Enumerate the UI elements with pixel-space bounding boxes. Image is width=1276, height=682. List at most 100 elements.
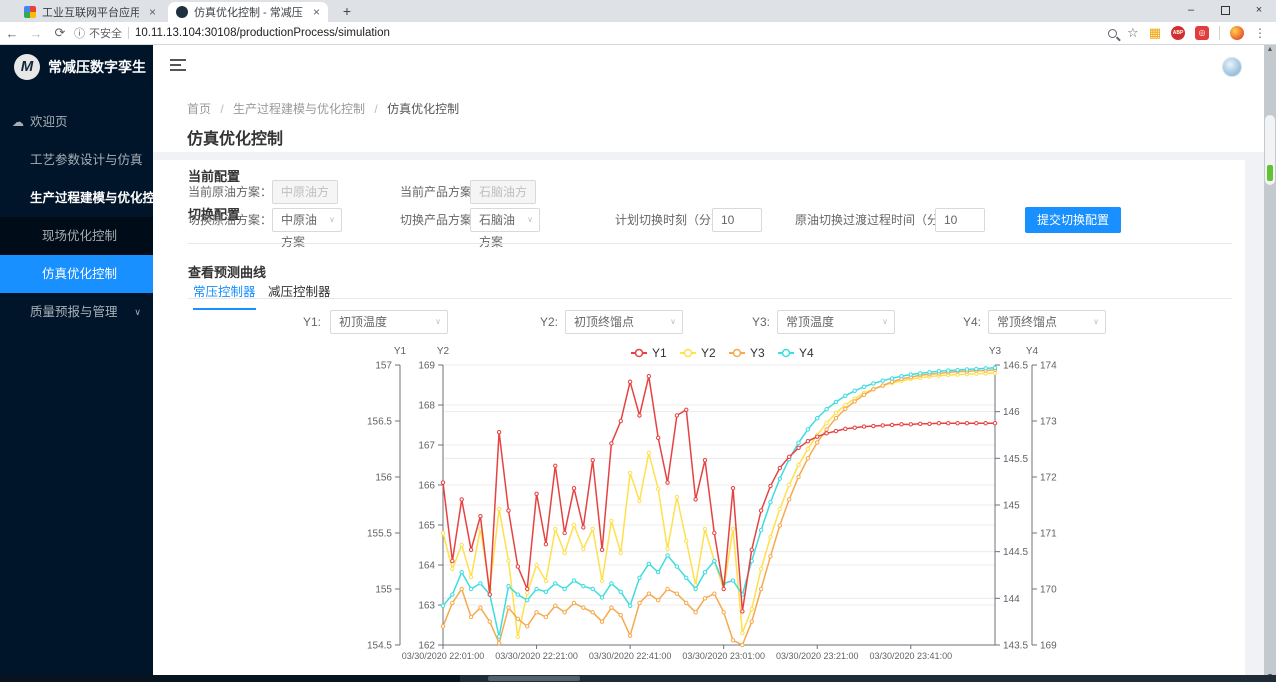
svg-text:03/30/2020 22:01:00: 03/30/2020 22:01:00 [402, 651, 485, 661]
red-extension-icon[interactable]: ◎ [1195, 26, 1209, 40]
y2-select[interactable]: 初顶终馏点∨ [565, 310, 683, 334]
switch-oil-select[interactable]: 中原油方案∨ [272, 208, 342, 232]
tab-vacuum-controller[interactable]: 减压控制器 [268, 281, 331, 308]
sidebar: M 常减压数字孪生 ☁ 欢迎页 工艺参数设计与仿真 生产过程建模与优化控制 ∧ … [0, 45, 153, 675]
switch-product-select[interactable]: 石脑油方案∨ [470, 208, 540, 232]
select-value: 初顶温度 [339, 315, 387, 329]
svg-text:Y4: Y4 [799, 346, 814, 360]
curves-section-title: 查看预测曲线 [188, 262, 266, 281]
browser-toolbar: ← → ⟳ ⓘ 不安全 10.11.13.104:30108/productio… [0, 22, 1276, 45]
chevron-down-icon: ∨ [527, 209, 533, 231]
svg-text:03/30/2020 22:21:00: 03/30/2020 22:21:00 [495, 651, 578, 661]
svg-text:03/30/2020 23:01:00: 03/30/2020 23:01:00 [682, 651, 765, 661]
svg-text:155.5: 155.5 [367, 529, 392, 540]
browser-tab-active[interactable]: 仿真优化控制 - 常减压数字孪生 × [168, 2, 328, 22]
bookmark-star-icon[interactable]: ☆ [1127, 25, 1139, 41]
sidebar-item-production-modeling[interactable]: 生产过程建模与优化控制 ∧ [0, 179, 153, 217]
svg-text:171: 171 [1040, 529, 1057, 540]
new-tab-button[interactable]: + [338, 3, 356, 21]
content-gap [153, 152, 1264, 160]
sidebar-item-quality-management[interactable]: 质量预报与管理 ∨ [0, 293, 153, 331]
prediction-chart: 154.5155155.5156156.5157Y116216316416516… [360, 343, 1060, 668]
y1-label: Y1: [303, 310, 321, 334]
sidebar-item-field-optimization[interactable]: 现场优化控制 [0, 217, 153, 255]
window-close-button[interactable]: × [1242, 0, 1276, 22]
svg-text:169: 169 [1040, 641, 1057, 652]
svg-text:Y3: Y3 [989, 346, 1002, 357]
app-title: 常减压数字孪生 [48, 57, 146, 77]
window-minimize-button[interactable]: – [1174, 0, 1208, 22]
tab-title: 工业互联网平台应用商店 [42, 4, 139, 20]
security-label[interactable]: 不安全 [89, 25, 122, 41]
y4-label: Y4: [963, 310, 981, 334]
address-bar[interactable]: ⓘ 不安全 10.11.13.104:30108/productionProce… [72, 25, 390, 42]
transition-time-input[interactable]: 10 [935, 208, 985, 232]
logo-badge-icon: M [14, 54, 40, 80]
forward-icon[interactable]: → [24, 26, 48, 41]
sidebar-item-label: 欢迎页 [30, 115, 68, 129]
reload-icon[interactable]: ⟳ [48, 25, 72, 41]
sidebar-item-label: 质量预报与管理 [30, 305, 118, 319]
svg-text:156.5: 156.5 [367, 417, 392, 428]
svg-text:164: 164 [418, 561, 435, 572]
info-icon[interactable]: ⓘ [74, 25, 85, 41]
sidebar-item-welcome[interactable]: ☁ 欢迎页 [0, 103, 153, 141]
svg-text:Y1: Y1 [394, 346, 407, 357]
tab-atmospheric-controller[interactable]: 常压控制器 [193, 281, 256, 310]
svg-text:144.5: 144.5 [1003, 547, 1028, 558]
switch-oil-label: 切换原油方案： [188, 208, 272, 232]
search-icon[interactable] [1108, 29, 1117, 38]
svg-text:03/30/2020 23:41:00: 03/30/2020 23:41:00 [870, 651, 953, 661]
browser-menu-icon[interactable]: ⋮ [1254, 26, 1266, 40]
tab-close-icon[interactable]: × [149, 5, 156, 19]
cloud-icon: ☁ [12, 103, 24, 141]
y4-select[interactable]: 常顶终馏点∨ [988, 310, 1106, 334]
scroll-marker [1267, 165, 1273, 181]
back-icon[interactable]: ← [0, 26, 24, 41]
svg-text:Y2: Y2 [437, 346, 450, 357]
breadcrumb-home[interactable]: 首页 [187, 102, 211, 116]
svg-text:146.5: 146.5 [1003, 361, 1028, 372]
submit-switch-button[interactable]: 提交切换配置 [1025, 207, 1121, 233]
svg-text:Y2: Y2 [701, 346, 716, 360]
scroll-up-icon[interactable]: ▲ [1264, 45, 1276, 55]
svg-text:157: 157 [375, 361, 392, 372]
app-header [153, 45, 1264, 90]
svg-text:154.5: 154.5 [367, 641, 392, 652]
tab-close-icon[interactable]: × [313, 5, 320, 19]
breadcrumb-parent[interactable]: 生产过程建模与优化控制 [233, 102, 365, 116]
current-oil-label: 当前原油方案： [188, 180, 272, 204]
app-favicon [176, 6, 188, 18]
vertical-scrollbar-thumb[interactable] [1265, 115, 1275, 185]
y3-label: Y3: [752, 310, 770, 334]
horizontal-scrollbar-track [0, 675, 460, 682]
sidebar-item-label: 生产过程建模与优化控制 [30, 191, 168, 205]
sidebar-item-process-design[interactable]: 工艺参数设计与仿真 [0, 141, 153, 179]
tabs-divider [188, 298, 1232, 299]
svg-text:168: 168 [418, 401, 435, 412]
svg-text:143.5: 143.5 [1003, 641, 1028, 652]
maximize-icon [1221, 6, 1230, 15]
current-oil-input: 中原油方案 [272, 180, 338, 204]
color-extension-icon[interactable] [1230, 26, 1244, 40]
svg-text:03/30/2020 22:41:00: 03/30/2020 22:41:00 [589, 651, 672, 661]
y1-select[interactable]: 初顶温度∨ [330, 310, 448, 334]
horizontal-scrollbar[interactable] [0, 675, 1276, 682]
grid-extension-icon[interactable]: ▦ [1149, 25, 1161, 41]
chevron-up-icon: ∧ [134, 179, 141, 217]
plan-time-input[interactable]: 10 [712, 208, 762, 232]
sidebar-item-simulation-optimization[interactable]: 仿真优化控制 [0, 255, 153, 293]
extension-divider [1219, 26, 1220, 40]
user-avatar[interactable] [1222, 57, 1242, 77]
svg-text:172: 172 [1040, 473, 1057, 484]
browser-tab-store[interactable]: 工业互联网平台应用商店 × [16, 2, 164, 22]
breadcrumb-separator: / [374, 102, 377, 116]
window-maximize-button[interactable] [1208, 0, 1242, 22]
adblock-extension-icon[interactable]: ABP [1171, 26, 1185, 40]
horizontal-scrollbar-thumb[interactable] [488, 676, 580, 681]
vertical-scrollbar[interactable]: ▲ ▼ [1264, 45, 1276, 682]
svg-text:162: 162 [418, 641, 435, 652]
menu-fold-icon[interactable] [170, 59, 186, 73]
y3-select[interactable]: 常顶温度∨ [777, 310, 895, 334]
url-text[interactable]: 10.11.13.104:30108/productionProcess/sim… [135, 27, 390, 39]
